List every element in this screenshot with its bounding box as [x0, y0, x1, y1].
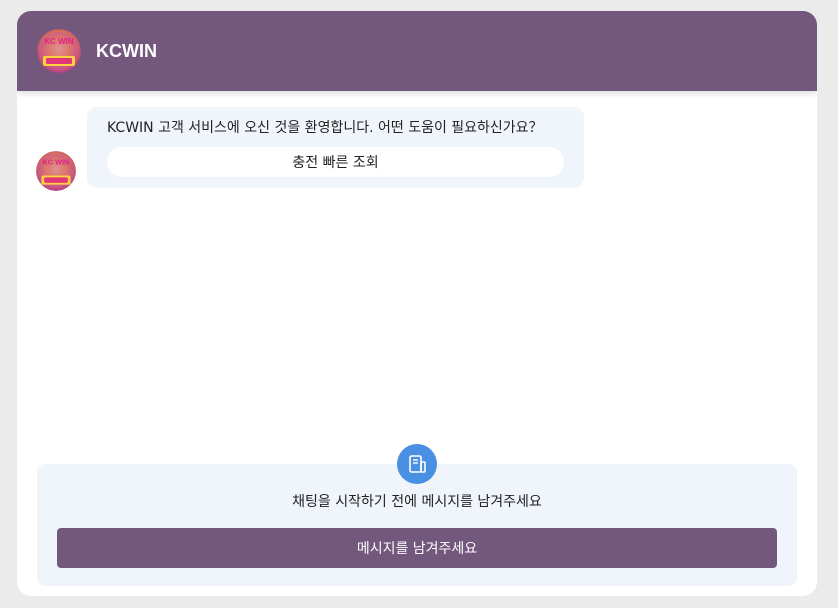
message-bubble: KCWIN 고객 서비스에 오신 것을 환영합니다. 어떤 도움이 필요하신가요… [87, 107, 584, 188]
message-form-icon [397, 444, 437, 484]
svg-text:KC WIN: KC WIN [44, 37, 74, 46]
quick-reply-button[interactable]: 충전 빠른 조회 [107, 147, 564, 177]
leave-message-prompt: 채팅을 시작하기 전에 메시지를 남겨주세요 [292, 494, 542, 510]
kcwin-logo-icon: KC WIN [37, 29, 81, 73]
message-row: KC WIN KCWIN 고객 서비스에 오신 것을 환영합니다. 어떤 도움이… [36, 107, 584, 191]
brand-title: KCWIN [96, 40, 157, 61]
chat-window: KC WIN KCWIN KC WIN KCWIN 고객 서비스에 오신 것을 … [17, 11, 817, 596]
kcwin-logo-icon: KC WIN [36, 151, 76, 191]
chat-header: KC WIN KCWIN [17, 11, 817, 91]
svg-text:KC WIN: KC WIN [43, 158, 70, 167]
message-text: KCWIN 고객 서비스에 오신 것을 환영합니다. 어떤 도움이 필요하신가요… [107, 120, 543, 136]
leave-message-panel: 채팅을 시작하기 전에 메시지를 남겨주세요 메시지를 남겨주세요 [37, 444, 797, 586]
leave-message-button[interactable]: 메시지를 남겨주세요 [57, 528, 777, 568]
